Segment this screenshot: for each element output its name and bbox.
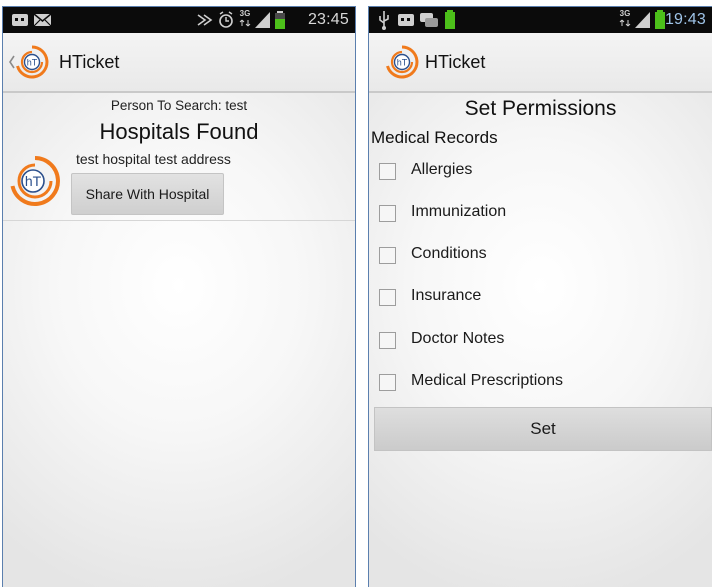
permission-item-medical-prescriptions[interactable]: Medical Prescriptions [369,363,712,403]
hospital-logo-icon: hT [10,156,60,206]
permission-label: Allergies [411,161,473,178]
usb-icon [379,11,389,30]
immunization-checkbox[interactable] [379,205,396,222]
doctor-notes-checkbox[interactable] [379,332,396,349]
app-title: HTicket [425,52,486,72]
phone-screen-hospitals: 3G 23:45 hT HTicket Person To Search: te… [2,6,356,587]
app-logo-icon[interactable]: hT [15,45,49,79]
permission-label: Insurance [411,287,482,304]
set-button[interactable]: Set [374,407,712,451]
hospitals-found-heading: Hospitals Found [99,119,259,144]
permission-item-allergies[interactable]: Allergies [369,152,712,192]
allergies-checkbox[interactable] [379,163,396,180]
permission-item-doctor-notes[interactable]: Doctor Notes [369,321,712,361]
permission-label: Medical Prescriptions [411,372,564,389]
hospitals-content: Person To Search: test Hospitals Found h… [3,95,355,587]
permission-item-immunization[interactable]: Immunization [369,194,712,234]
medical-prescriptions-checkbox[interactable] [379,374,396,391]
email-notification-icon [33,13,52,27]
app-logo-text: hT [397,58,408,68]
battery-icon [275,11,285,29]
medical-records-label: Medical Records [371,128,498,147]
data-arrows-icon [619,19,631,27]
battery-full-icon [445,10,455,29]
permission-item-conditions[interactable]: Conditions [369,236,712,276]
chat-notification-icon [398,14,414,26]
alarm-icon [219,11,233,28]
nfc-icon [197,14,213,26]
permission-label: Conditions [411,245,487,262]
app-logo-text: hT [27,58,38,68]
chat-notification-icon [12,14,28,26]
action-bar: hT HTicket [369,33,712,93]
phone-screen-permissions: 3G 19:43 hT HTicket Set Permissions Medi… [368,6,712,587]
app-logo-icon[interactable]: hT [385,45,419,79]
signal-strength-icon [255,12,270,28]
permission-label: Immunization [411,203,507,220]
app-title: HTicket [59,52,120,72]
messages-icon [420,13,438,27]
permission-label: Doctor Notes [411,330,505,347]
status-bar: 3G 23:45 [3,7,355,33]
status-time: 19:43 [664,11,706,28]
person-search-label: Person To Search: test [110,98,248,113]
signal-strength-icon [635,12,650,28]
hospital-list-item: hT test hospital test address Share With… [3,147,355,221]
set-permissions-heading: Set Permissions [464,97,617,120]
insurance-checkbox[interactable] [379,289,396,306]
status-bar: 3G 19:43 [369,7,712,33]
conditions-checkbox[interactable] [379,247,396,264]
permission-item-insurance[interactable]: Insurance [369,278,712,318]
hospital-logo-text: hT [25,173,42,189]
screenshot-canvas: 3G 23:45 hT HTicket Person To Search: te… [0,0,712,587]
share-with-hospital-button[interactable]: Share With Hospital [71,173,224,215]
data-arrows-icon [239,19,251,27]
permissions-content: Set Permissions Medical Records Allergie… [369,95,712,587]
status-time: 23:45 [307,11,349,28]
action-bar: hT HTicket [3,33,355,93]
hospital-name: test hospital test address [76,151,231,167]
